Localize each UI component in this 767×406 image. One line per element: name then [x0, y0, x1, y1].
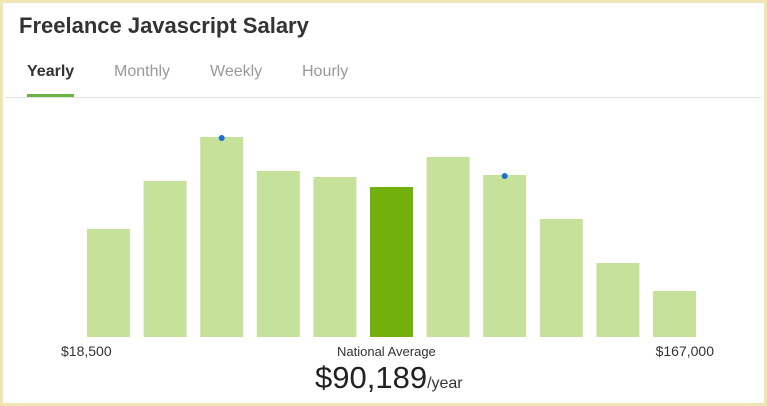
average-salary: $90,189/year — [315, 360, 463, 396]
tab-weekly[interactable]: Weekly — [210, 63, 262, 98]
salary-bar — [87, 229, 130, 337]
max-salary-label: $167,000 — [655, 343, 714, 359]
salary-bar — [596, 263, 640, 337]
tab-monthly[interactable]: Monthly — [114, 63, 170, 98]
salary-bar — [483, 175, 527, 337]
average-bar — [370, 187, 413, 337]
salary-widget: Freelance Javascript Salary Yearly Month… — [0, 0, 767, 406]
salary-bar — [313, 177, 357, 337]
widget-title: Freelance Javascript Salary — [19, 13, 309, 38]
bar-marker-dot — [501, 173, 508, 179]
tab-hourly[interactable]: Hourly — [302, 63, 348, 98]
tabs-divider — [6, 97, 761, 98]
national-average-label: National Average — [337, 344, 436, 359]
salary-bar — [653, 291, 696, 337]
salary-distribution-chart — [87, 135, 696, 337]
bar-marker-dot — [218, 135, 225, 141]
average-salary-unit: /year — [427, 375, 463, 392]
salary-bar — [143, 181, 187, 337]
salary-bar — [539, 219, 583, 337]
tab-yearly[interactable]: Yearly — [27, 63, 75, 98]
average-salary-amount: $90,189 — [315, 360, 428, 395]
min-salary-label: $18,500 — [61, 343, 112, 359]
salary-bar — [256, 171, 300, 337]
salary-bar — [426, 157, 470, 337]
salary-bar — [200, 137, 244, 337]
